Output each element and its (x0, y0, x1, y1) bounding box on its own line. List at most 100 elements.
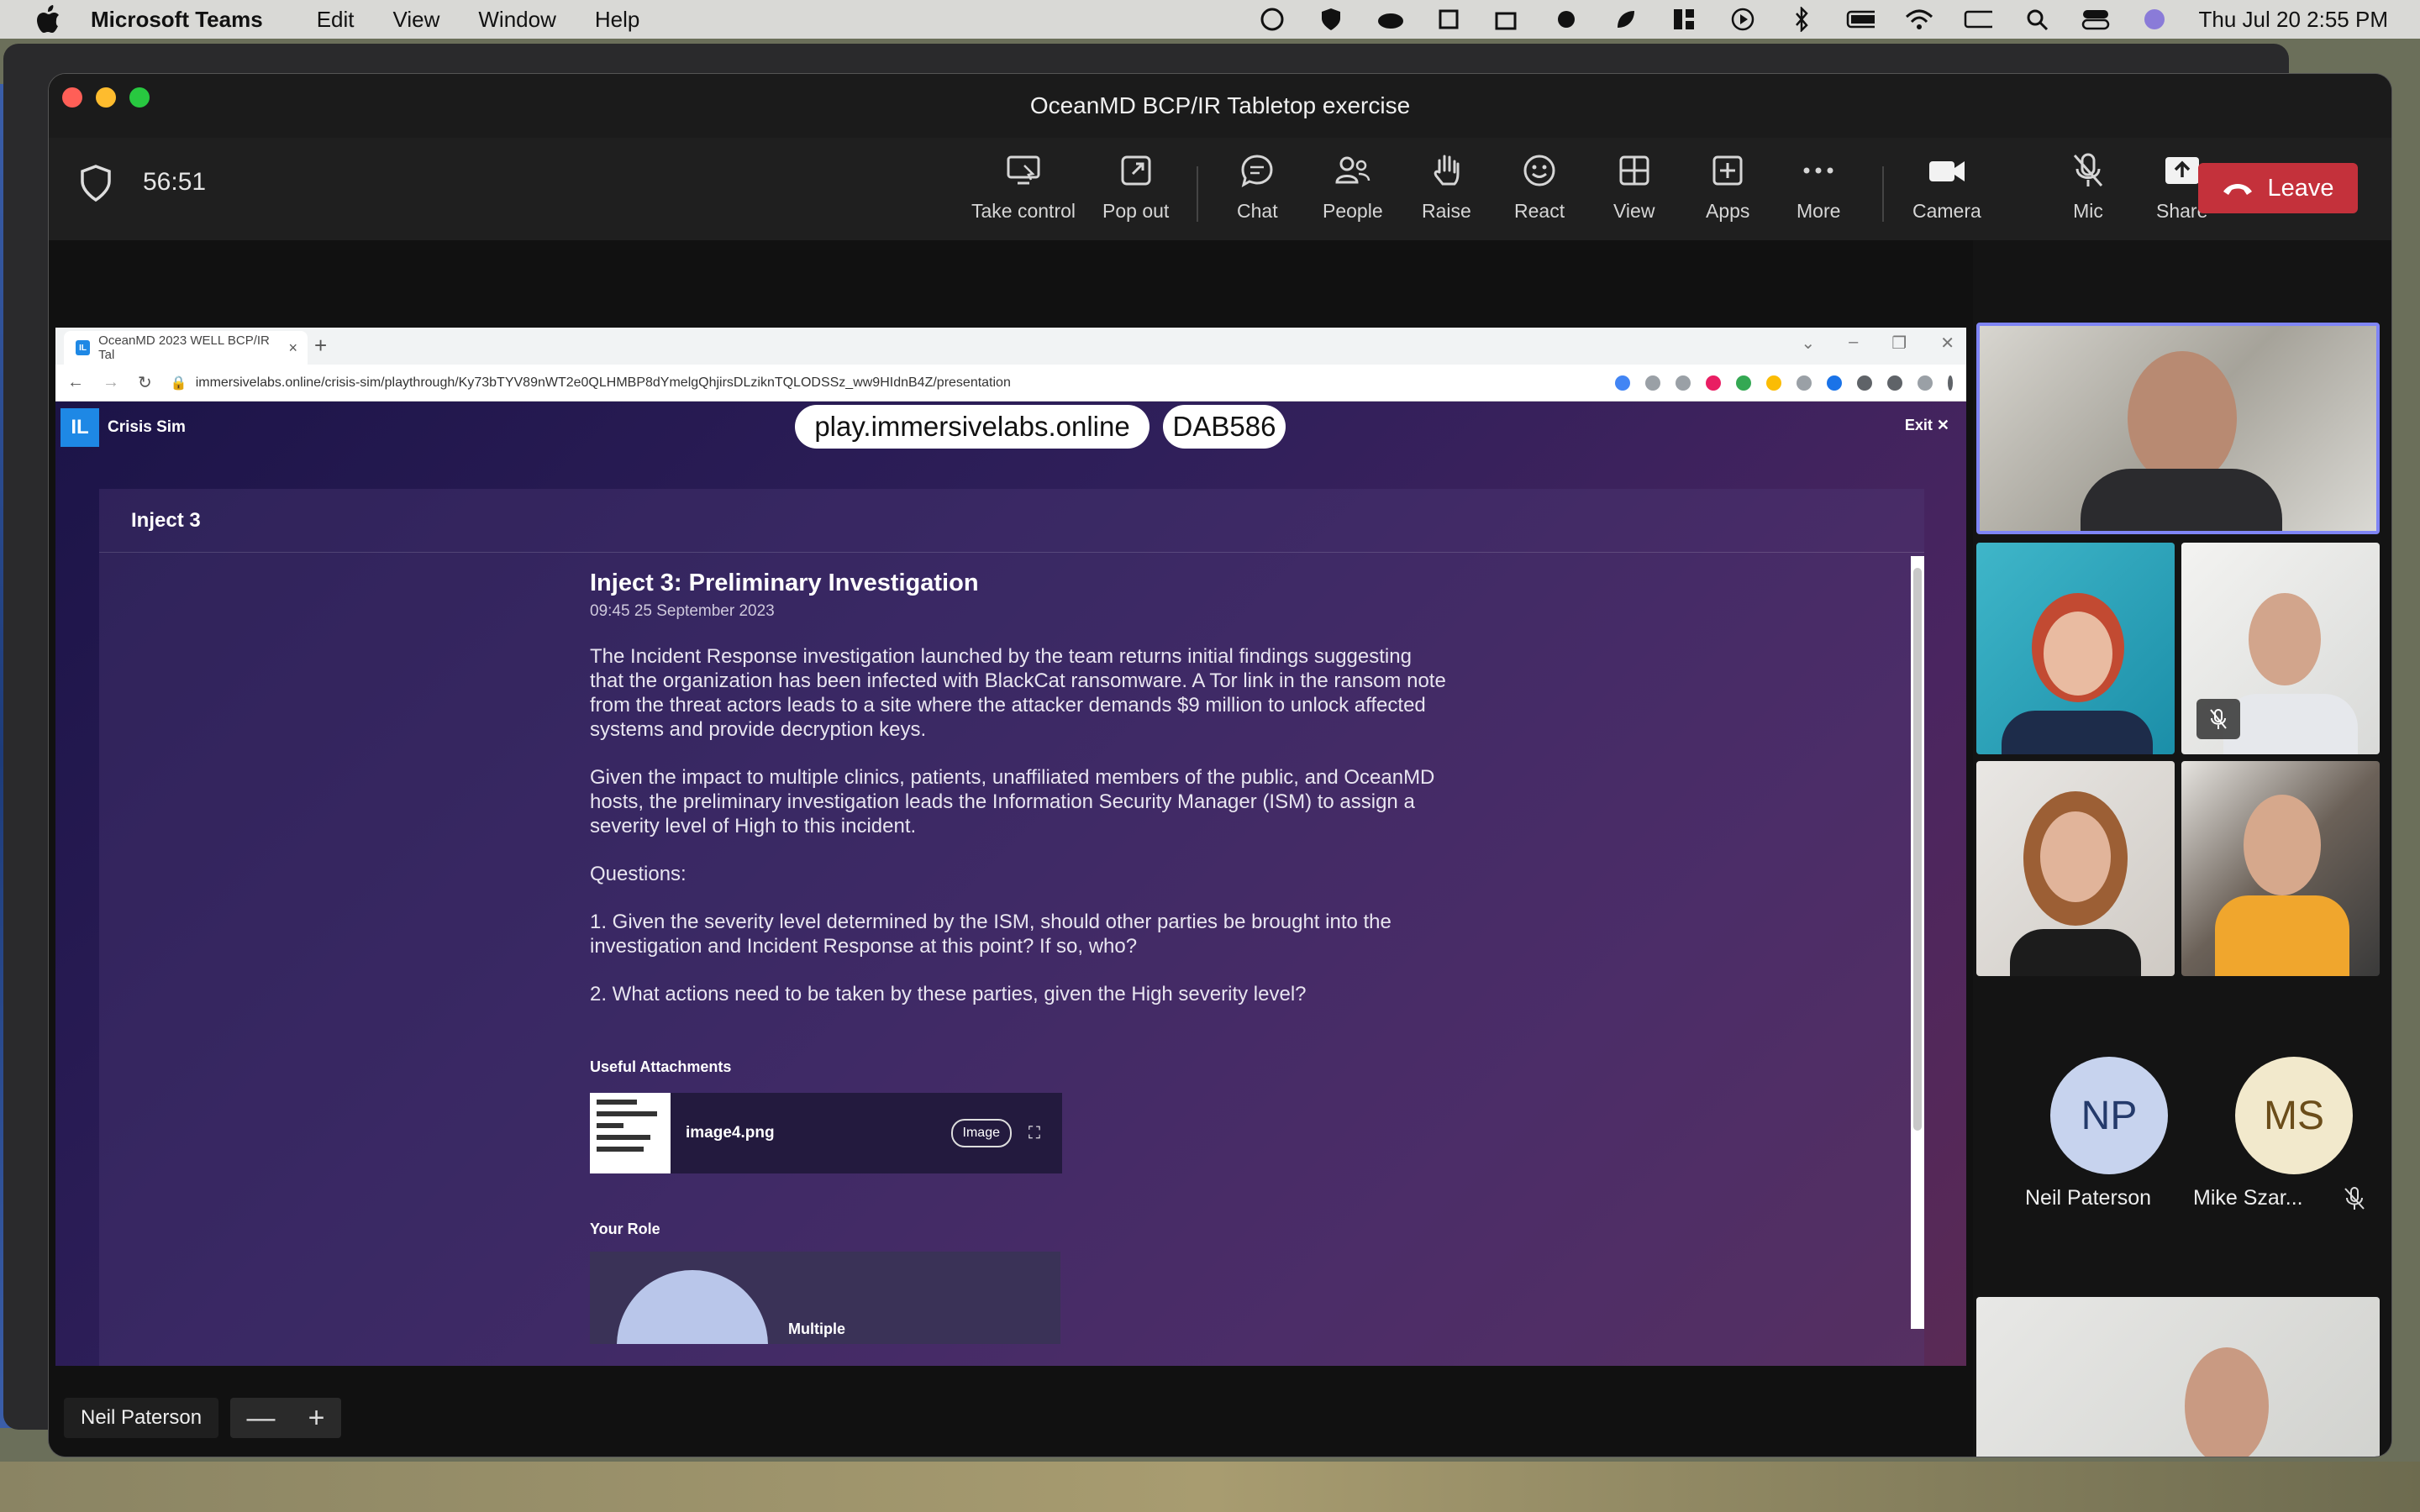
video-tile[interactable] (2181, 543, 2380, 754)
mic-button[interactable]: Mic (2069, 151, 2107, 235)
google-icon[interactable] (1615, 375, 1630, 391)
toolbar-divider (1197, 166, 1198, 222)
url-field[interactable]: 🔒 immersivelabs.online/crisis-sim/playth… (171, 375, 1011, 391)
chat-button[interactable]: Chat (1237, 151, 1278, 235)
video-tile[interactable] (1976, 1297, 2380, 1457)
menu-app-name[interactable]: Microsoft Teams (91, 7, 263, 33)
battery-icon[interactable] (1846, 7, 1875, 32)
minimize-window-button[interactable] (96, 87, 116, 108)
participant-video (2040, 811, 2111, 902)
minimize-icon[interactable]: – (1849, 333, 1858, 354)
search-icon[interactable] (2023, 7, 2051, 32)
bluetooth-icon[interactable] (1787, 7, 1816, 32)
cloud-icon[interactable] (1376, 7, 1404, 32)
attachments-heading: Useful Attachments (590, 1058, 732, 1075)
video-tile[interactable] (1976, 543, 2175, 754)
extension-icon[interactable] (1706, 375, 1721, 391)
pop-out-button[interactable]: Pop out (1102, 151, 1169, 235)
participant-video (2010, 929, 2141, 976)
zoom-window-button[interactable] (129, 87, 150, 108)
tab-close-icon[interactable]: × (288, 339, 297, 357)
participant-name: Mike Szar... (2193, 1186, 2303, 1210)
apps-button[interactable]: Apps (1706, 151, 1749, 235)
profile-icon[interactable] (1918, 375, 1933, 391)
siri-icon[interactable] (2140, 7, 2169, 32)
question-item: 2. What actions need to be taken by thes… (590, 983, 1307, 1005)
menu-edit[interactable]: Edit (317, 7, 355, 33)
leaf-icon[interactable] (1611, 7, 1639, 32)
meeting-timer: 56:51 (143, 168, 207, 196)
shield-icon[interactable] (79, 163, 113, 203)
role-card[interactable]: Multiple (590, 1252, 1060, 1344)
take-control-button[interactable]: Take control (971, 151, 1076, 235)
shield-status-icon[interactable] (1317, 7, 1345, 32)
apps-label: Apps (1706, 200, 1750, 222)
view-button[interactable]: View (1613, 151, 1655, 235)
zoom-in-button[interactable]: + (308, 1402, 325, 1435)
control-center-icon[interactable] (2081, 7, 2110, 32)
box-icon[interactable] (1434, 7, 1463, 32)
take-control-icon (1004, 151, 1043, 190)
browser-tab[interactable]: IL OceanMD 2023 WELL BCP/IR Tal × (64, 331, 308, 365)
expand-icon[interactable]: ⛶ (1028, 1124, 1040, 1143)
kebab-menu-icon[interactable] (1948, 375, 1953, 391)
raise-hand-button[interactable]: Raise (1422, 151, 1471, 235)
video-tile-active-speaker[interactable] (1976, 323, 2380, 534)
avatar[interactable]: NP (2050, 1057, 2168, 1174)
back-icon[interactable]: ← (67, 373, 84, 392)
more-button[interactable]: More (1797, 151, 1840, 235)
chevron-down-icon[interactable]: ⌄ (1801, 333, 1815, 354)
keyboard-icon[interactable] (1964, 7, 1992, 32)
participant-video (2244, 795, 2321, 895)
menubar-clock[interactable]: Thu Jul 20 2:55 PM (2199, 7, 2388, 33)
forward-icon[interactable]: → (103, 373, 119, 392)
content-scrollbar[interactable] (1911, 556, 1924, 1329)
restore-icon[interactable]: ❐ (1891, 333, 1907, 354)
macos-menubar: Microsoft Teams Edit View Window Help Th… (0, 0, 2420, 39)
window-icon[interactable] (1493, 7, 1522, 32)
weather-icon[interactable] (1552, 7, 1581, 32)
wifi-icon[interactable] (1905, 7, 1933, 32)
sidebar-icon[interactable] (1887, 375, 1902, 391)
take-control-label: Take control (971, 200, 1076, 222)
exit-button[interactable]: Exit ✕ (1905, 417, 1949, 434)
people-button[interactable]: People (1323, 151, 1383, 235)
close-window-button[interactable] (62, 87, 82, 108)
smiley-icon (1520, 151, 1559, 190)
leave-button[interactable]: Leave (2198, 163, 2358, 213)
vpn-icon[interactable] (1258, 7, 1286, 32)
video-tile[interactable] (2181, 761, 2380, 976)
participant-video (2044, 612, 2112, 696)
people-label: People (1323, 200, 1383, 222)
menu-window[interactable]: Window (478, 7, 555, 33)
avatar[interactable]: MS (2235, 1057, 2353, 1174)
extension-icon[interactable] (1797, 375, 1812, 391)
star-icon[interactable] (1676, 375, 1691, 391)
new-tab-icon[interactable]: + (314, 333, 327, 359)
camera-button[interactable]: Camera (1912, 151, 1981, 235)
participant-video (2185, 1347, 2269, 1457)
reload-icon[interactable]: ↻ (138, 372, 152, 393)
puzzle-icon[interactable] (1857, 375, 1872, 391)
react-button[interactable]: React (1514, 151, 1565, 235)
immersive-labs-logo: IL (60, 408, 99, 447)
role-illustration (617, 1270, 768, 1344)
grid-status-icon[interactable] (1670, 7, 1698, 32)
menu-help[interactable]: Help (595, 7, 639, 33)
window-titlebar: OceanMD BCP/IR Tabletop exercise (49, 74, 2391, 138)
apple-icon[interactable] (32, 3, 66, 36)
close-icon[interactable]: ✕ (1940, 333, 1954, 354)
share-page-icon[interactable] (1645, 375, 1660, 391)
attachment-card[interactable]: image4.png Image ⛶ (590, 1093, 1062, 1173)
extension-icon[interactable] (1766, 375, 1781, 391)
extension-icon[interactable] (1827, 375, 1842, 391)
shared-browser-window: IL OceanMD 2023 WELL BCP/IR Tal × + ⌄ – … (55, 328, 1966, 1366)
url-text: immersivelabs.online/crisis-sim/playthro… (195, 375, 1011, 390)
play-icon[interactable] (1728, 7, 1757, 32)
video-tile[interactable] (1976, 761, 2175, 976)
inject-paragraph: The Incident Response investigation laun… (590, 645, 1446, 741)
menu-view[interactable]: View (393, 7, 440, 33)
zoom-out-button[interactable]: — (247, 1402, 276, 1435)
mic-muted-icon (2343, 1186, 2366, 1215)
extension-icon[interactable] (1736, 375, 1751, 391)
